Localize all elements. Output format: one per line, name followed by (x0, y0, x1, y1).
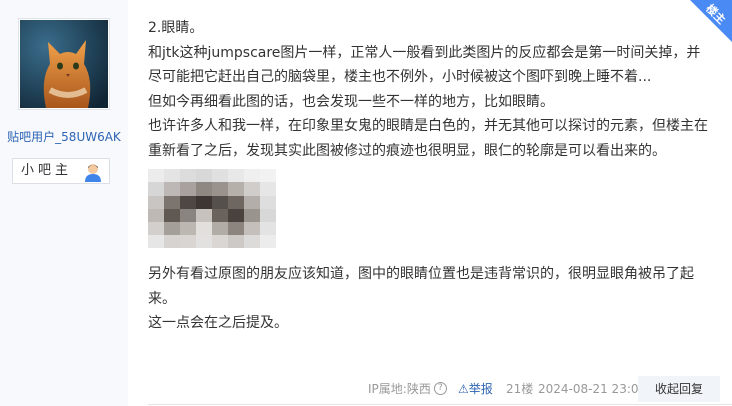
mosaic-tile (228, 222, 244, 236)
post-paragraph: 和jtk这种jumpscare图片一样，正常人一般看到此类图片的反应都会是第一时… (148, 44, 701, 86)
report-link[interactable]: ⚠举报 (458, 376, 493, 402)
mosaic-tile (228, 182, 244, 196)
divider (148, 404, 732, 405)
post-image-pixelated[interactable] (148, 166, 282, 248)
mosaic-tile (148, 169, 164, 183)
mosaic-tile (244, 208, 260, 223)
warning-icon: ⚠ (458, 382, 469, 396)
mosaic-tile (164, 195, 180, 209)
mosaic-tile (260, 195, 276, 209)
mosaic-tile (260, 208, 276, 223)
mosaic-tile (196, 235, 212, 248)
mosaic-tile (212, 222, 228, 236)
post-paragraph: 另外有看过原图的朋友应该知道，图中的眼睛位置也是违背常识的，很明显眼角被吊了起来… (148, 266, 694, 307)
mosaic-tile (244, 195, 260, 209)
mosaic-tile (212, 182, 228, 196)
post-timestamp: 2024-08-21 23:03 (538, 382, 647, 396)
mosaic-tile (180, 195, 196, 209)
mosaic-tile (148, 195, 164, 209)
ip-location: IP属地:陕西? (368, 376, 447, 402)
post-paragraph: 也许许多人和我一样，在印象里女鬼的眼睛是白色的，并无其他可以探讨的元素，但楼主在… (148, 118, 708, 159)
mosaic-tile (164, 208, 180, 223)
mosaic-tile (212, 208, 228, 223)
post-content: 2.眼睛。 和jtk这种jumpscare图片一样，正常人一般看到此类图片的反应… (148, 16, 714, 336)
mosaic-tile (196, 222, 212, 236)
mosaic-tile (244, 235, 260, 248)
mosaic-tile (196, 169, 212, 183)
mosaic-grid (148, 169, 276, 248)
mosaic-tile (228, 169, 244, 183)
mosaic-tile (212, 235, 228, 248)
mosaic-tile (164, 169, 180, 183)
post-footer: IP属地:陕西? ⚠举报 21楼 2024-08-21 23:03 收起回复 (148, 376, 720, 402)
floor-number: 21楼 (506, 382, 534, 396)
mosaic-tile (148, 235, 164, 248)
mosaic-tile (180, 235, 196, 248)
post-paragraph: 但如今再细看此图的话，也会发现一些不一样的地方，比如眼睛。 (148, 93, 554, 110)
mosaic-tile (196, 182, 212, 196)
username-link[interactable]: 贴吧用户_58UW6AK (0, 128, 128, 145)
mosaic-tile (148, 208, 164, 223)
mosaic-tile (164, 235, 180, 248)
mosaic-tile (212, 195, 228, 209)
post-paragraph: 2.眼睛。 (148, 20, 204, 36)
mosaic-tile (148, 222, 164, 236)
mosaic-tile (228, 195, 244, 209)
author-sidebar: 贴吧用户_58UW6AK 小吧主 (0, 0, 128, 406)
user-icon (83, 162, 103, 191)
role-label: 小吧主 (21, 163, 73, 178)
mosaic-tile (260, 222, 276, 236)
mosaic-tile (228, 208, 244, 223)
collapse-replies-button[interactable]: 收起回复 (638, 376, 720, 402)
mosaic-tile (196, 195, 212, 209)
mosaic-tile (164, 222, 180, 236)
mosaic-tile (148, 182, 164, 196)
question-icon[interactable]: ? (433, 382, 447, 395)
mosaic-tile (244, 222, 260, 236)
mosaic-tile (180, 208, 196, 223)
mosaic-tile (212, 169, 228, 183)
avatar[interactable] (18, 18, 110, 110)
post-paragraph: 这一点会在之后提及。 (148, 315, 288, 331)
mosaic-tile (244, 182, 260, 196)
mosaic-tile (244, 169, 260, 183)
mosaic-tile (196, 208, 212, 223)
mosaic-tile (180, 182, 196, 196)
mosaic-tile (228, 235, 244, 248)
mosaic-tile (260, 235, 276, 248)
avatar-image (20, 20, 108, 108)
mosaic-tile (164, 182, 180, 196)
mosaic-tile (260, 169, 276, 183)
mosaic-tile (180, 169, 196, 183)
mosaic-tile (260, 182, 276, 196)
mosaic-tile (180, 222, 196, 236)
role-badge: 小吧主 (12, 158, 110, 184)
